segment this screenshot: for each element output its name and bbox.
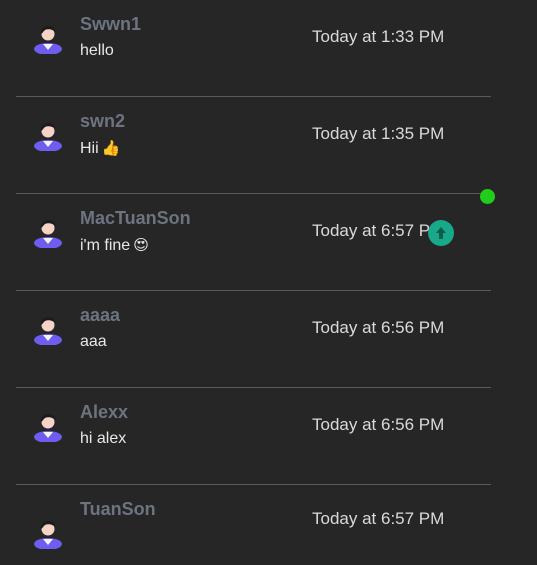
- message-text: i'm fine 😍: [80, 236, 149, 254]
- message-timestamp: Today at 6:56 PM: [312, 415, 445, 434]
- message-text: hi alex: [80, 430, 127, 447]
- message-text: Hii 👍: [80, 139, 121, 157]
- sender-name: swn2: [80, 111, 126, 131]
- thumbs-up-emoji: 👍: [101, 139, 121, 157]
- online-status-dot: [480, 189, 495, 204]
- sender-name: MacTuanSon: [80, 208, 191, 228]
- arrow-up-icon: [436, 227, 446, 239]
- message-text: aaa: [80, 333, 107, 350]
- user-avatar-icon: [34, 413, 62, 442]
- user-avatar-icon: [34, 122, 62, 151]
- message-list: Swwn1 hello Today at 1:33 PM swn2 Hii 👍 T…: [16, 0, 491, 565]
- message-item[interactable]: MacTuanSon i'm fine 😍 Today at 6:57 PM: [16, 194, 491, 291]
- message-item[interactable]: swn2 Hii 👍 Today at 1:35 PM: [16, 97, 491, 194]
- message-timestamp: Today at 6:57 PM: [312, 221, 445, 240]
- sender-name: Alexx: [80, 402, 129, 422]
- message-item[interactable]: aaaa aaa Today at 6:56 PM: [16, 291, 491, 388]
- user-avatar-icon: [34, 316, 62, 345]
- message-timestamp: Today at 1:35 PM: [312, 124, 445, 143]
- sender-name: Swwn1: [80, 14, 142, 34]
- sender-name: aaaa: [80, 305, 121, 325]
- user-avatar-icon: [34, 520, 62, 549]
- user-avatar-icon: [34, 219, 62, 248]
- message-timestamp: Today at 6:57 PM: [312, 509, 445, 528]
- message-timestamp: Today at 1:33 PM: [312, 27, 445, 46]
- scroll-up-button[interactable]: [428, 220, 454, 246]
- message-timestamp: Today at 6:56 PM: [312, 318, 445, 337]
- message-item[interactable]: Swwn1 hello Today at 1:33 PM: [16, 0, 491, 97]
- message-text: hello: [80, 42, 114, 59]
- heart-eyes-emoji: 😍: [133, 236, 149, 254]
- sender-name: TuanSon: [80, 499, 156, 519]
- message-item[interactable]: TuanSon Today at 6:57 PM: [16, 485, 491, 565]
- user-avatar-icon: [34, 25, 62, 54]
- message-item[interactable]: Alexx hi alex Today at 6:56 PM: [16, 388, 491, 485]
